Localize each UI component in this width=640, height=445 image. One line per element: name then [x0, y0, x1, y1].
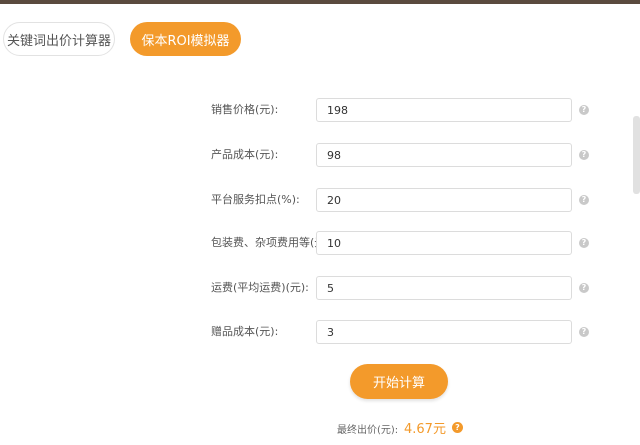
result-row: 最终出价(元): 4.67元 ? [0, 418, 640, 438]
help-icon[interactable]: ? [579, 327, 589, 337]
scrollbar[interactable] [633, 116, 640, 194]
shipping-fee-label: 运费(平均运费)(元): [211, 281, 309, 294]
help-icon[interactable]: ? [579, 105, 589, 115]
help-icon[interactable]: ? [452, 422, 463, 433]
top-border [0, 0, 640, 4]
tab-keyword-bid-calculator[interactable]: 关键词出价计算器 [3, 22, 115, 56]
form-row-packaging-fee: 包装费、杂项费用等(元): ? [0, 231, 640, 255]
packaging-fee-label: 包装费、杂项费用等(元): [211, 236, 334, 249]
platform-fee-label: 平台服务扣点(%): [211, 193, 300, 206]
final-bid-value: 4.67元 [404, 422, 446, 437]
platform-fee-input[interactable] [316, 188, 572, 212]
form-row-sale-price: 销售价格(元): ? [0, 98, 640, 122]
start-calculation-button[interactable]: 开始计算 [350, 364, 448, 399]
help-icon[interactable]: ? [579, 283, 589, 293]
sale-price-label: 销售价格(元): [211, 103, 279, 116]
shipping-fee-input[interactable] [316, 276, 572, 300]
final-bid-label: 最终出价(元): [337, 425, 399, 436]
gift-cost-label: 赠品成本(元): [211, 325, 279, 338]
form-row-platform-fee: 平台服务扣点(%): ? [0, 188, 640, 212]
product-cost-label: 产品成本(元): [211, 148, 279, 161]
tab-breakeven-roi-simulator[interactable]: 保本ROI模拟器 [130, 22, 241, 56]
help-icon[interactable]: ? [579, 238, 589, 248]
sale-price-input[interactable] [316, 98, 572, 122]
help-icon[interactable]: ? [579, 195, 589, 205]
form-row-shipping-fee: 运费(平均运费)(元): ? [0, 276, 640, 300]
product-cost-input[interactable] [316, 143, 572, 167]
gift-cost-input[interactable] [316, 320, 572, 344]
packaging-fee-input[interactable] [316, 231, 572, 255]
form-row-gift-cost: 赠品成本(元): ? [0, 320, 640, 344]
help-icon[interactable]: ? [579, 150, 589, 160]
form-row-product-cost: 产品成本(元): ? [0, 143, 640, 167]
